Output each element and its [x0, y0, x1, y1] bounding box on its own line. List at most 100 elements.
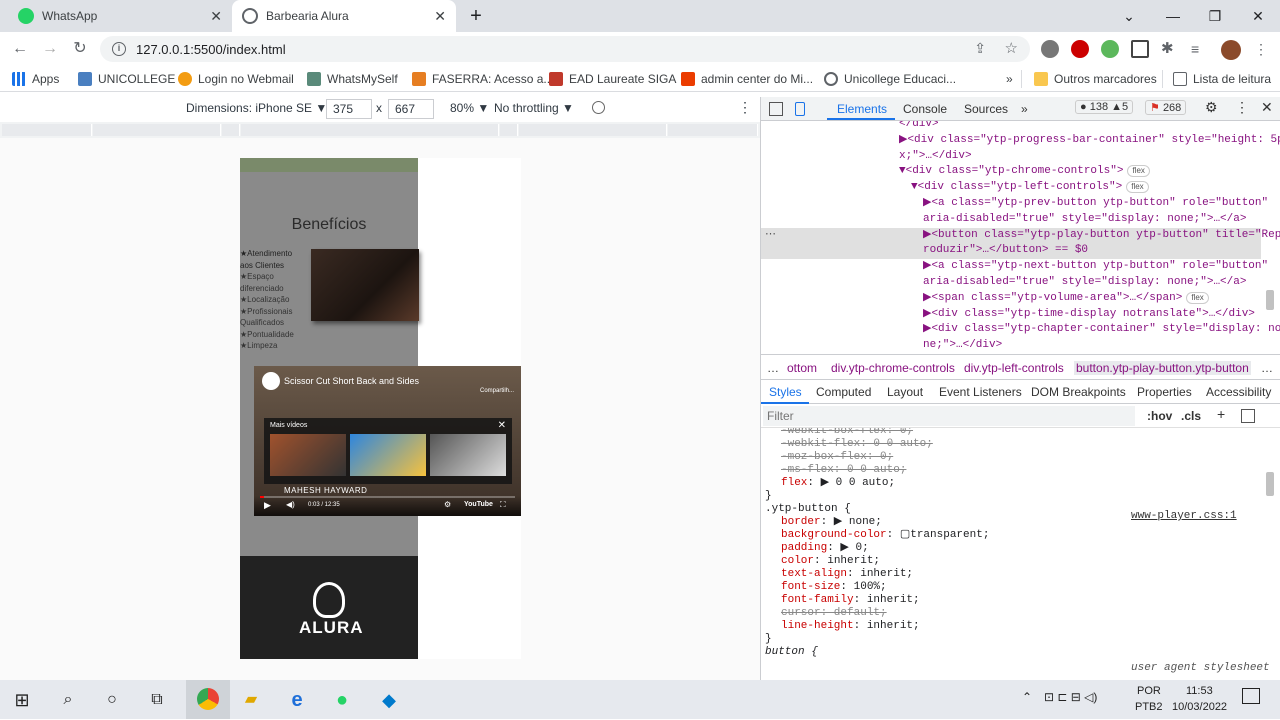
reload-icon[interactable]: ↻ — [68, 38, 92, 60]
dom-node[interactable]: ▶<a class="ytp-prev-button ytp-button" r… — [923, 196, 1268, 212]
new-rule-icon[interactable]: + — [1217, 406, 1225, 422]
keyboard-language[interactable]: POR — [1137, 685, 1161, 697]
video-thumbnail[interactable] — [270, 434, 346, 476]
task-view-icon[interactable]: ⧉ — [143, 686, 171, 714]
inspect-icon[interactable] — [769, 102, 783, 116]
css-selector[interactable]: button { — [765, 646, 818, 659]
share-label[interactable]: Compartilh... — [480, 388, 514, 394]
css-declaration[interactable]: -moz-box-flex: 0; — [781, 451, 893, 464]
tab-accessibility[interactable]: Accessibility — [1206, 385, 1271, 399]
css-selector[interactable]: .ytp-button { — [765, 503, 851, 516]
cls-toggle[interactable]: .cls — [1181, 409, 1201, 423]
css-declaration[interactable]: -webkit-flex: 0 0 auto; — [781, 438, 933, 451]
tab-dom-breakpoints[interactable]: DOM Breakpoints — [1031, 385, 1126, 399]
flex-badge[interactable]: flex — [1127, 165, 1150, 178]
clock-time[interactable]: 11:53 — [1186, 685, 1213, 697]
cortana-icon[interactable]: ○ — [98, 686, 126, 714]
styles-scrollbar[interactable] — [1266, 472, 1274, 496]
dom-node[interactable]: ▼<div class="ytp-left-controls"> flex — [911, 180, 1149, 196]
toggle-sidebar-icon[interactable] — [1241, 409, 1255, 423]
emulated-page[interactable]: Benefícios ★Atendimento aos Clientes ★Es… — [240, 158, 521, 659]
chrome-taskbar-button[interactable] — [186, 680, 230, 719]
bookmark-item[interactable]: Login no Webmail — [178, 70, 294, 88]
clock-date[interactable]: 10/03/2022 — [1172, 701, 1227, 713]
tab-whatsapp[interactable]: WhatsApp ✕ — [8, 0, 232, 32]
video-thumbnail[interactable] — [430, 434, 506, 476]
dom-node[interactable]: x;">…</div> — [899, 149, 972, 165]
issues-counter[interactable]: ⚑ 268 — [1145, 100, 1187, 115]
search-icon[interactable]: ⌕ — [54, 686, 82, 714]
elements-scrollbar[interactable] — [1266, 290, 1274, 310]
close-icon[interactable]: ✕ — [210, 8, 222, 25]
play-icon[interactable]: ▶ — [264, 500, 271, 511]
bookmark-item[interactable]: Unicollege Educaci... — [824, 70, 956, 88]
bookmark-apps[interactable]: Apps — [12, 70, 59, 88]
hov-toggle[interactable]: :hov — [1147, 409, 1172, 423]
breadcrumb-item[interactable]: ottom — [787, 361, 817, 375]
youtube-embed[interactable]: Scissor Cut Short Back and Sides Compart… — [254, 366, 521, 516]
tab-search-icon[interactable]: ⌄ — [1117, 4, 1141, 28]
css-declaration[interactable]: padding: ▶ 0; — [781, 542, 869, 555]
device-toggle-icon[interactable] — [795, 102, 805, 116]
dom-node[interactable]: ▶<div class="ytp-progress-bar-container"… — [899, 133, 1280, 149]
more-bookmarks-button[interactable]: » — [1006, 70, 1013, 88]
rotate-icon[interactable] — [592, 101, 605, 114]
tray-icons[interactable]: ⊡ ⊏ ⊟ ◁) — [1044, 690, 1097, 704]
map-embed[interactable] — [240, 158, 418, 172]
dom-node[interactable]: aria-disabled="true" style="display: non… — [923, 212, 1246, 228]
file-explorer-icon[interactable]: ▰ — [237, 686, 265, 714]
screenshot-icon[interactable] — [1131, 40, 1149, 58]
css-declaration[interactable]: cursor: default; — [781, 607, 887, 620]
progress-bar[interactable] — [260, 496, 515, 498]
breadcrumb-ellipsis[interactable]: … — [767, 361, 779, 375]
dimensions-dropdown[interactable]: Dimensions: iPhone SE ▼ — [186, 101, 327, 115]
close-devtools-icon[interactable]: ✕ — [1261, 99, 1273, 116]
notification-icon[interactable] — [1242, 688, 1260, 704]
fullscreen-icon[interactable]: ⛶ — [500, 500, 506, 510]
dom-node[interactable]: ▶<span class="ytp-volume-area">…</span> f… — [923, 291, 1209, 307]
dom-node[interactable]: ▼<div class="ytp-chrome-controls"> flex — [899, 164, 1150, 180]
breadcrumb-ellipsis[interactable]: … — [1261, 361, 1273, 375]
flex-badge[interactable]: flex — [1126, 181, 1149, 194]
breadcrumb-item[interactable]: div.ytp-left-controls — [964, 361, 1064, 375]
css-declaration[interactable]: -ms-flex: 0 0 auto; — [781, 464, 906, 477]
dom-node-selected[interactable]: ▶<button class="ytp-play-button ytp-butt… — [761, 227, 1280, 244]
keyboard-layout[interactable]: PTB2 — [1135, 701, 1163, 713]
tab-styles[interactable]: Styles — [769, 385, 802, 399]
edge-icon[interactable]: e — [283, 686, 311, 714]
stylesheet-link[interactable]: www-player.css:1 — [1131, 510, 1237, 523]
avatar[interactable] — [1221, 40, 1241, 60]
channel-avatar[interactable] — [262, 372, 280, 390]
vscode-icon[interactable]: ◆ — [375, 686, 403, 714]
maximize-button[interactable]: ❐ — [1203, 4, 1227, 28]
css-declaration[interactable]: background-color: ▢transparent; — [781, 529, 989, 542]
css-declaration[interactable]: font-family: inherit; — [781, 594, 920, 607]
more-tabs-button[interactable]: » — [1021, 102, 1028, 116]
settings-gear-icon[interactable]: ⚙ — [1205, 99, 1218, 116]
devtools-menu-icon[interactable]: ⋮ — [1235, 99, 1249, 116]
extension-icon[interactable] — [1071, 40, 1089, 58]
dom-node[interactable]: ▶<div class="ytp-time-display notranslat… — [923, 307, 1255, 323]
bookmark-item[interactable]: UNICOLLEGE — [78, 70, 175, 88]
css-declaration[interactable]: border: ▶ none; — [781, 516, 882, 529]
youtube-logo[interactable]: YouTube — [464, 501, 493, 508]
more-options-icon[interactable]: ⋮ — [738, 99, 752, 116]
puzzle-icon[interactable]: ✱ — [1161, 40, 1179, 58]
tab-properties[interactable]: Properties — [1137, 385, 1192, 399]
video-title[interactable]: Scissor Cut Short Back and Sides — [284, 376, 419, 386]
dom-node[interactable]: ▶<div class="ytp-chapter-container" styl… — [923, 322, 1280, 338]
styles-filter-input[interactable] — [763, 406, 1135, 426]
css-declaration[interactable]: font-size: 100%; — [781, 581, 887, 594]
bookmark-item[interactable]: EAD Laureate SIGA — [549, 70, 676, 88]
tab-console[interactable]: Console — [903, 102, 947, 116]
dom-node[interactable]: ne;">…</div> — [923, 338, 1002, 354]
info-icon[interactable]: i — [112, 42, 126, 56]
reading-list-button[interactable]: Lista de leitura — [1162, 70, 1271, 88]
settings-icon[interactable]: ⚙ — [444, 500, 451, 509]
dom-node[interactable]: ▶<a class="ytp-next-button ytp-button" r… — [923, 259, 1268, 275]
tab-elements[interactable]: Elements — [837, 102, 887, 116]
elements-tree[interactable]: </div> ▶<div class="ytp-progress-bar-cont… — [761, 121, 1280, 354]
close-icon[interactable]: ✕ — [434, 8, 446, 25]
bookmark-folder-other[interactable]: Outros marcadores — [1021, 70, 1157, 88]
dom-node[interactable]: </div> — [899, 121, 939, 133]
